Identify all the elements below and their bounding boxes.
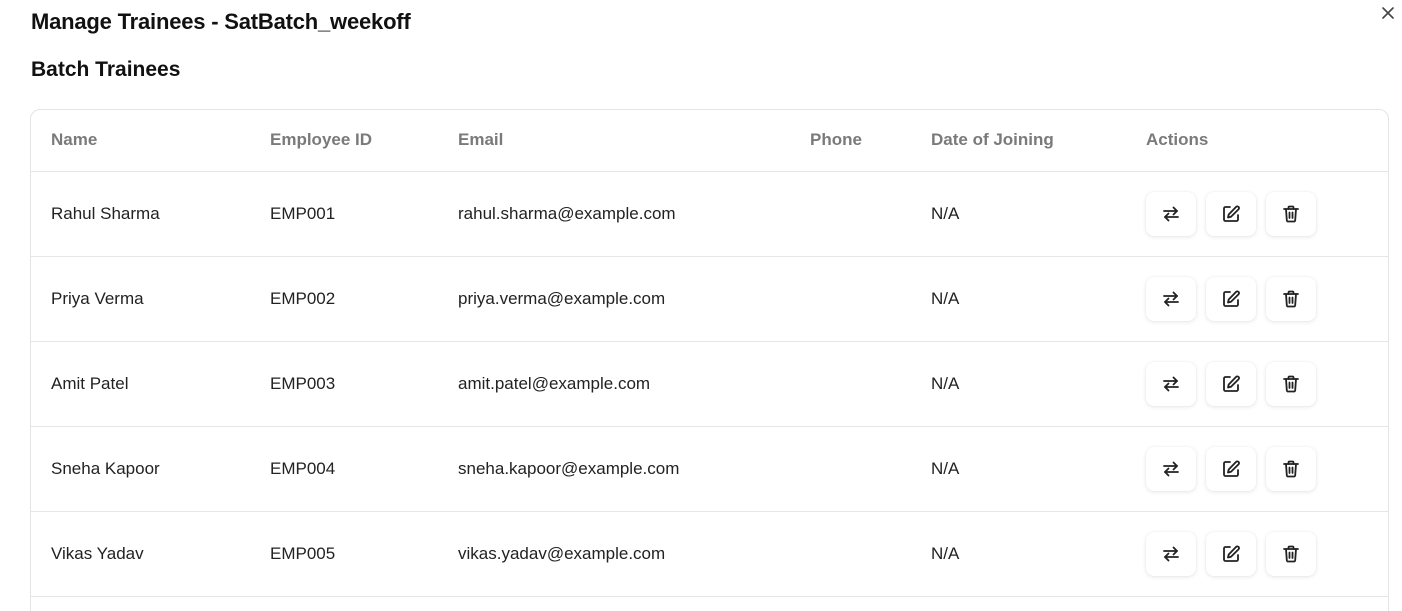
cell-email: amit.patel@example.com bbox=[458, 373, 651, 393]
delete-icon bbox=[1283, 460, 1299, 477]
transfer-icon bbox=[1163, 291, 1179, 306]
table-row: Sneha Kapoor EMP004 sneha.kapoor@example… bbox=[31, 426, 1388, 511]
edit-icon bbox=[1223, 204, 1240, 222]
delete-button[interactable] bbox=[1266, 361, 1316, 406]
transfer-icon bbox=[1163, 461, 1179, 476]
transfer-icon bbox=[1163, 376, 1179, 391]
row-actions bbox=[1146, 531, 1388, 576]
trainees-table: Name Employee ID Email Phone Date of Joi… bbox=[31, 110, 1388, 597]
transfer-button[interactable] bbox=[1146, 191, 1196, 236]
cell-phone bbox=[810, 426, 931, 511]
transfer-button[interactable] bbox=[1146, 361, 1196, 406]
cell-date-of-joining: N/A bbox=[931, 543, 960, 563]
transfer-button[interactable] bbox=[1146, 276, 1196, 321]
header-name: Name bbox=[31, 110, 270, 172]
edit-icon bbox=[1223, 374, 1240, 392]
cell-date-of-joining: N/A bbox=[931, 203, 960, 223]
cell-actions bbox=[1146, 511, 1388, 596]
transfer-button[interactable] bbox=[1146, 531, 1196, 576]
cell-employee-id: EMP001 bbox=[270, 203, 336, 223]
edit-icon bbox=[1223, 289, 1240, 307]
delete-icon bbox=[1283, 375, 1299, 392]
cell-name: Priya Verma bbox=[51, 288, 144, 308]
edit-button[interactable] bbox=[1206, 361, 1256, 406]
cell-actions bbox=[1146, 171, 1388, 256]
header-employee-id: Employee ID bbox=[270, 110, 458, 172]
delete-icon bbox=[1283, 290, 1299, 307]
cell-date-of-joining: N/A bbox=[931, 288, 960, 308]
row-actions bbox=[1146, 361, 1388, 406]
transfer-icon bbox=[1163, 206, 1179, 221]
close-button[interactable] bbox=[1377, 2, 1399, 24]
cell-email: rahul.sharma@example.com bbox=[458, 203, 676, 223]
delete-button[interactable] bbox=[1266, 191, 1316, 236]
edit-icon bbox=[1223, 544, 1240, 562]
cell-employee-id: EMP003 bbox=[270, 373, 336, 393]
cell-name: Amit Patel bbox=[51, 373, 129, 393]
row-actions bbox=[1146, 446, 1388, 491]
table-header: Name Employee ID Email Phone Date of Joi… bbox=[31, 110, 1388, 172]
cell-employee-id: EMP002 bbox=[270, 288, 336, 308]
cell-name: Rahul Sharma bbox=[51, 203, 160, 223]
cell-date-of-joining: N/A bbox=[931, 458, 960, 478]
cell-date-of-joining: N/A bbox=[931, 373, 960, 393]
edit-icon bbox=[1223, 459, 1240, 477]
cell-email: vikas.yadav@example.com bbox=[458, 543, 666, 563]
delete-button[interactable] bbox=[1266, 446, 1316, 491]
cell-email: priya.verma@example.com bbox=[458, 288, 666, 308]
table-row: Vikas Yadav EMP005 vikas.yadav@example.c… bbox=[31, 511, 1388, 596]
cell-phone bbox=[810, 341, 931, 426]
trainees-table-card: Name Employee ID Email Phone Date of Joi… bbox=[30, 109, 1389, 611]
header-phone: Phone bbox=[810, 110, 931, 172]
delete-icon bbox=[1283, 545, 1299, 562]
delete-button[interactable] bbox=[1266, 531, 1316, 576]
transfer-button[interactable] bbox=[1146, 446, 1196, 491]
table-row: Priya Verma EMP002 priya.verma@example.c… bbox=[31, 256, 1388, 341]
cell-actions bbox=[1146, 256, 1388, 341]
header-actions: Actions bbox=[1146, 110, 1388, 172]
cell-actions bbox=[1146, 426, 1388, 511]
table-row: Amit Patel EMP003 amit.patel@example.com… bbox=[31, 341, 1388, 426]
manage-trainees-dialog: Manage Trainees - SatBatch_weekoff Batch… bbox=[0, 0, 1402, 611]
cell-name: Sneha Kapoor bbox=[51, 458, 160, 478]
cell-actions bbox=[1146, 341, 1388, 426]
header-date-of-joining: Date of Joining bbox=[931, 110, 1146, 172]
cell-email: sneha.kapoor@example.com bbox=[458, 458, 680, 478]
row-actions bbox=[1146, 276, 1388, 321]
table-body: Rahul Sharma EMP001 rahul.sharma@example… bbox=[31, 171, 1388, 596]
edit-button[interactable] bbox=[1206, 531, 1256, 576]
delete-button[interactable] bbox=[1266, 276, 1316, 321]
cell-phone bbox=[810, 171, 931, 256]
dialog-title: Manage Trainees - SatBatch_weekoff bbox=[31, 9, 411, 34]
section-title: Batch Trainees bbox=[31, 58, 181, 81]
cell-name: Vikas Yadav bbox=[51, 543, 144, 563]
cell-employee-id: EMP005 bbox=[270, 543, 336, 563]
cell-phone bbox=[810, 256, 931, 341]
edit-button[interactable] bbox=[1206, 446, 1256, 491]
header-email: Email bbox=[458, 110, 810, 172]
transfer-icon bbox=[1163, 546, 1179, 561]
edit-button[interactable] bbox=[1206, 191, 1256, 236]
row-actions bbox=[1146, 191, 1388, 236]
cell-phone bbox=[810, 511, 931, 596]
delete-icon bbox=[1283, 205, 1299, 222]
cell-employee-id: EMP004 bbox=[270, 458, 336, 478]
table-row: Rahul Sharma EMP001 rahul.sharma@example… bbox=[31, 171, 1388, 256]
close-icon bbox=[1382, 7, 1394, 19]
edit-button[interactable] bbox=[1206, 276, 1256, 321]
